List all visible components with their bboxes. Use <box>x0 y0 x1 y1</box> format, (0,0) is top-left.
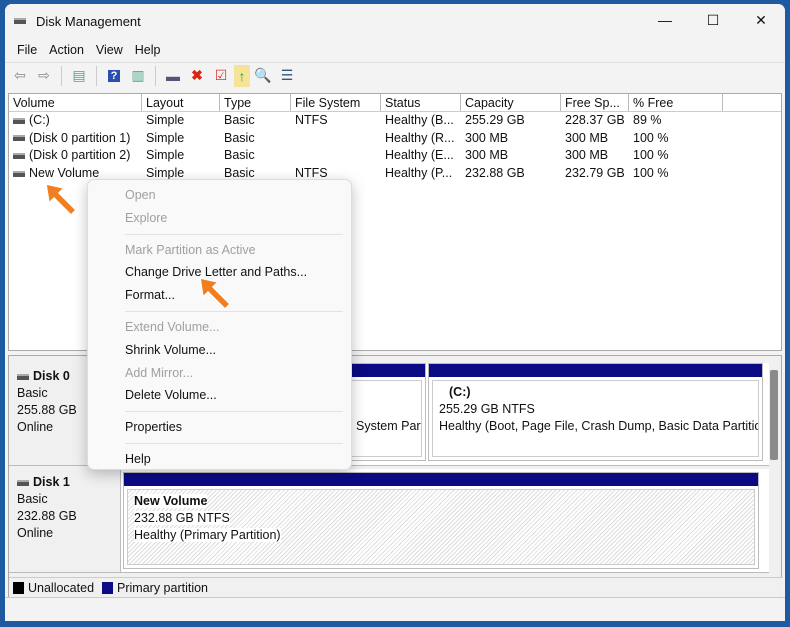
table-cell <box>291 130 381 148</box>
table-cell: 89 % <box>633 113 662 127</box>
menu-action[interactable]: Action <box>43 43 90 57</box>
table-row[interactable]: (Disk 0 partition 2) Simple Basic Healthy (… <box>9 147 781 165</box>
volume-icon <box>13 135 25 142</box>
menu-bar: File Action View Help <box>5 38 785 62</box>
search-icon[interactable]: 🔍 <box>252 65 274 87</box>
table-cell: Basic <box>224 113 255 127</box>
context-menu: Open Explore Mark Partition as Active Ch… <box>87 179 352 470</box>
delete-icon[interactable]: ✖ <box>186 65 208 87</box>
col-type[interactable]: Type <box>220 94 291 111</box>
table-row[interactable]: (Disk 0 partition 1) Simple Basic Healthy (… <box>9 130 781 148</box>
col-percent-free[interactable]: % Free <box>629 94 723 111</box>
table-cell: (C:) <box>9 112 142 130</box>
table-cell: 300 MB <box>565 148 609 163</box>
vertical-scrollbar[interactable] <box>770 370 778 460</box>
import-icon[interactable]: ↑ <box>234 64 250 87</box>
menu-item-extend-volume[interactable]: Extend Volume... <box>88 316 351 339</box>
toolbar: ⇦ ⇨ ▤ ? ▥ ▬ ✖ ☑ ↑ 🔍 ☰ <box>5 62 785 88</box>
table-cell: NTFS <box>295 113 328 127</box>
menu-view[interactable]: View <box>90 43 129 57</box>
partition-c[interactable]: (C:) 255.29 GB NTFS Healthy (Boot, Page … <box>428 363 763 461</box>
primary-partition-swatch <box>102 581 114 594</box>
volume-icon <box>13 170 25 177</box>
menu-help[interactable]: Help <box>129 43 167 57</box>
menu-file[interactable]: File <box>11 43 43 57</box>
title-bar: Disk Management — ☐ ✕ <box>5 4 785 38</box>
table-cell: (Disk 0 partition 2) <box>9 147 142 165</box>
pointer-arrow-icon <box>45 183 78 217</box>
table-cell: 228.37 GB <box>565 113 625 127</box>
maximize-button[interactable]: ☐ <box>689 4 737 36</box>
table-cell: 232.79 GB <box>565 166 625 181</box>
list-icon[interactable]: ☰ <box>276 65 298 87</box>
table-cell: 100 % <box>633 148 669 163</box>
volume-list-header: Volume Layout Type File System Status Ca… <box>9 94 781 112</box>
table-cell: 255.29 GB <box>465 113 525 127</box>
table-cell: 100 % <box>633 166 669 181</box>
table-cell <box>291 147 381 165</box>
forward-icon[interactable]: ⇨ <box>33 65 55 87</box>
partition-new-volume[interactable]: New Volume 232.88 GB NTFS Healthy (Prima… <box>123 472 759 569</box>
back-icon[interactable]: ⇦ <box>9 65 31 87</box>
unallocated-swatch <box>13 581 24 594</box>
connect-icon[interactable]: ▬ <box>162 65 184 87</box>
col-capacity[interactable]: Capacity <box>461 94 561 111</box>
volume-icon <box>13 153 25 160</box>
menu-item-shrink-volume[interactable]: Shrink Volume... <box>88 339 351 362</box>
menu-item-open[interactable]: Open <box>88 184 351 207</box>
col-file-system[interactable]: File System <box>291 94 381 111</box>
action-pane-icon[interactable]: ▥ <box>127 65 149 87</box>
disk-icon <box>17 373 29 380</box>
col-layout[interactable]: Layout <box>142 94 220 111</box>
col-status[interactable]: Status <box>381 94 461 111</box>
menu-item-mark-active[interactable]: Mark Partition as Active <box>88 239 351 262</box>
table-cell: Basic <box>224 148 255 163</box>
table-cell: Healthy (R... <box>385 130 455 145</box>
volume-icon <box>13 117 25 124</box>
disk-icon <box>17 479 29 486</box>
status-bar <box>5 597 785 621</box>
legend: Unallocated Primary partition <box>9 577 783 597</box>
table-cell: Simple <box>146 148 185 163</box>
disk-1-label[interactable]: Disk 1 Basic 232.88 GB Online <box>9 469 121 572</box>
disk-management-icon <box>14 18 26 24</box>
close-button[interactable]: ✕ <box>737 4 785 36</box>
pointer-arrow-icon <box>199 277 232 311</box>
table-cell: Simple <box>146 130 185 145</box>
table-cell: 100 % <box>633 130 669 145</box>
table-row[interactable]: (C:) Simple Basic NTFS Healthy (B... 255.29 G… <box>9 112 781 130</box>
table-cell: 300 MB <box>465 130 509 145</box>
table-cell: Healthy (P... <box>385 166 453 181</box>
table-cell: 232.88 GB <box>465 166 525 181</box>
col-free-space[interactable]: Free Sp... <box>561 94 629 111</box>
menu-item-properties[interactable]: Properties <box>88 416 351 439</box>
col-volume[interactable]: Volume <box>9 94 142 111</box>
menu-item-help[interactable]: Help <box>88 448 351 471</box>
table-cell: Healthy (E... <box>385 148 454 163</box>
menu-item-explore[interactable]: Explore <box>88 207 351 230</box>
table-cell: 300 MB <box>465 148 509 163</box>
help-icon[interactable]: ? <box>103 65 125 87</box>
console-tree-icon[interactable]: ▤ <box>68 65 90 87</box>
table-cell: Basic <box>224 130 255 145</box>
menu-item-add-mirror[interactable]: Add Mirror... <box>88 362 351 385</box>
table-cell: Simple <box>146 113 185 127</box>
table-cell: 300 MB <box>565 130 609 145</box>
window-title: Disk Management <box>36 13 141 29</box>
menu-item-delete-volume[interactable]: Delete Volume... <box>88 384 351 407</box>
disk-1-row: Disk 1 Basic 232.88 GB Online New Volume… <box>9 469 769 573</box>
minimize-button[interactable]: — <box>641 4 689 36</box>
properties-icon[interactable]: ☑ <box>210 65 232 87</box>
table-cell: Healthy (B... <box>385 113 454 127</box>
table-cell: (Disk 0 partition 1) <box>9 130 142 148</box>
